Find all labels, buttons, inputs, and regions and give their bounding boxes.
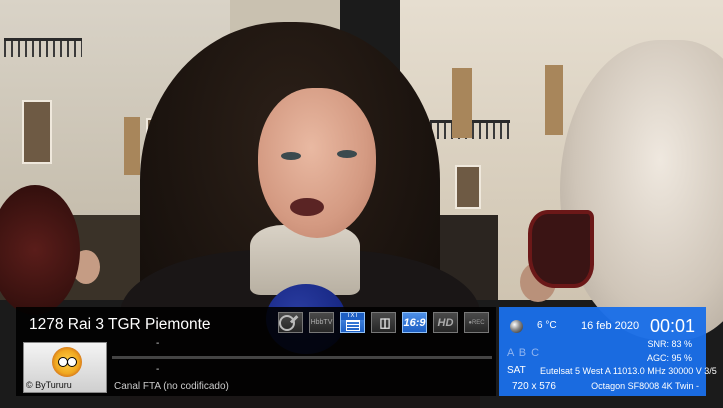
aspect-169-icon: 16:9 xyxy=(402,312,427,333)
stream-info-icons: HbbTV TXT ▯▯ 16:9 HD ●REC xyxy=(278,312,489,333)
dolby-icon: ▯▯ xyxy=(371,312,396,333)
tururu-logo-icon xyxy=(52,347,82,377)
shutter xyxy=(545,65,563,135)
shutter xyxy=(124,117,140,175)
rec-icon: ●REC xyxy=(464,312,489,333)
transponder-info: Eutelsat 5 West A 11013.0 MHz 30000 V 3/… xyxy=(540,366,717,376)
glasses xyxy=(528,210,594,288)
eye xyxy=(281,152,301,160)
channel-infobar: 1278 Rai 3 TGR Piemonte HbbTV TXT ▯▯ 16:… xyxy=(16,307,496,396)
channel-picon: © ByTururu xyxy=(23,342,107,393)
mouth xyxy=(290,198,324,216)
hbbtv-icon: HbbTV xyxy=(309,312,334,333)
window xyxy=(22,100,52,164)
clock: 00:01 xyxy=(650,316,696,336)
delivery-type: SAT xyxy=(507,365,526,376)
snr-value: SNR: 83 % xyxy=(647,339,692,349)
key-icon xyxy=(278,312,303,333)
window xyxy=(455,165,481,209)
video-resolution: 720 x 576 xyxy=(512,381,556,392)
encryption-status: Canal FTA (no codificado) xyxy=(114,381,229,392)
temperature: 6 °C xyxy=(537,320,557,331)
channel-title: 1278 Rai 3 TGR Piemonte xyxy=(29,316,211,333)
next-event: - xyxy=(156,364,160,375)
date: 16 feb 2020 xyxy=(581,320,640,332)
hd-icon: HD xyxy=(433,312,458,333)
txt-icon: TXT xyxy=(340,312,365,333)
eye xyxy=(337,150,357,158)
current-event: - xyxy=(156,338,160,349)
agc-value: AGC: 95 % xyxy=(646,353,692,363)
txt-icon-label: TXT xyxy=(341,313,364,320)
reporter-face xyxy=(258,88,376,238)
shutter xyxy=(452,68,472,138)
receiver-model: Octagon SF8008 4K Twin - xyxy=(591,381,699,391)
event-progress-bar xyxy=(112,356,492,359)
tuner-indicators: A B C xyxy=(507,347,541,359)
balcony-left xyxy=(4,38,82,57)
system-info-panel: 6 °C 16 feb 2020 00:01 A B C SNR: 83 % A… xyxy=(499,307,717,396)
picon-label: © ByTururu xyxy=(26,380,72,390)
moon-weather-icon xyxy=(510,320,523,333)
